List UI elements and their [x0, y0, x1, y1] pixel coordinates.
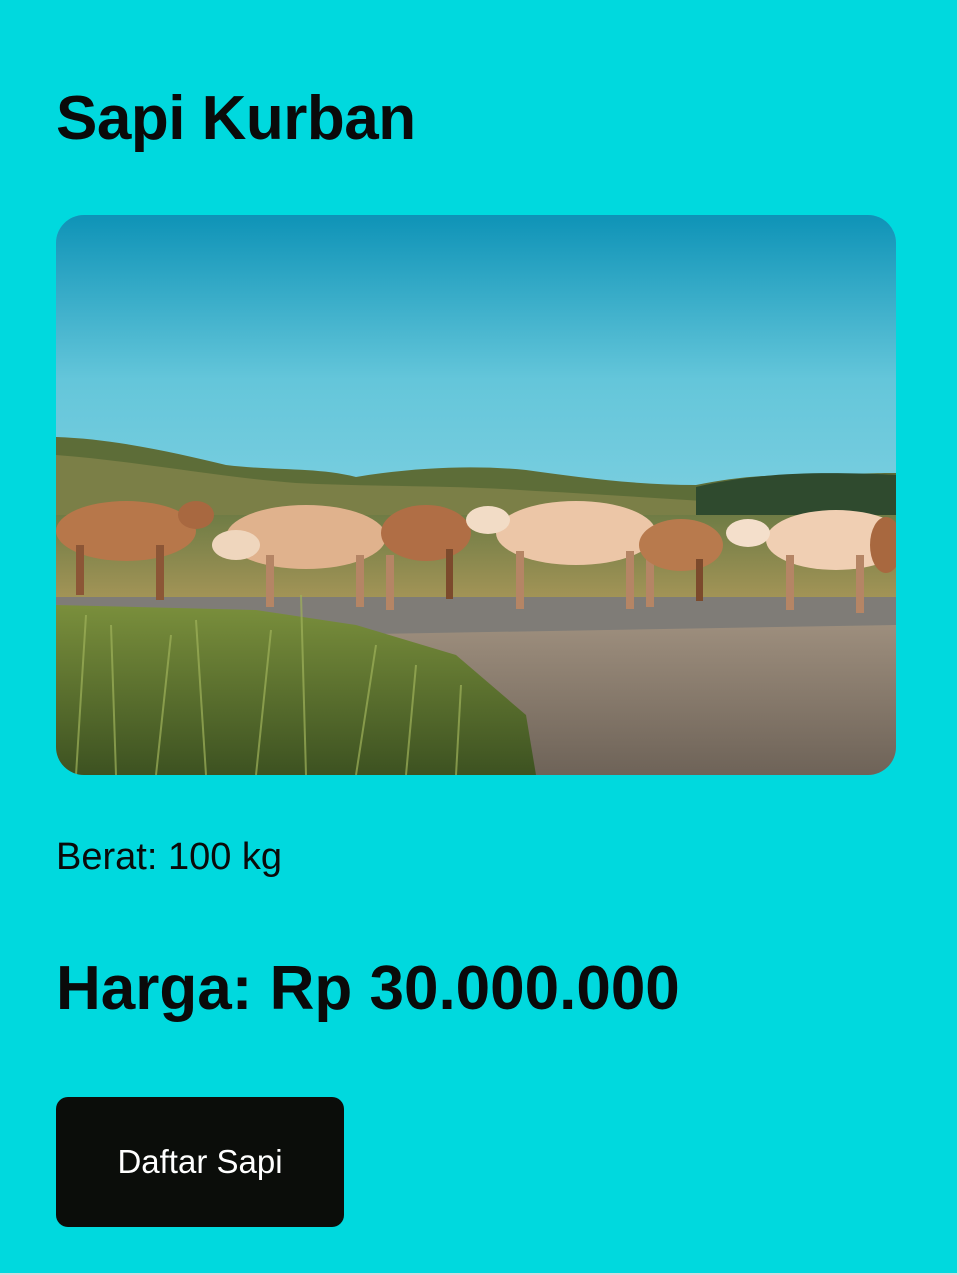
daftar-sapi-button[interactable]: Daftar Sapi	[56, 1097, 344, 1227]
cattle-photo	[56, 215, 896, 775]
price-text: Harga: Rp 30.000.000	[56, 954, 680, 1023]
product-card: Sapi Kurban Berat: 100 kg Harga: Rp 30.0…	[0, 0, 959, 1275]
product-title: Sapi Kurban	[56, 84, 416, 153]
weight-text: Berat: 100 kg	[56, 836, 283, 878]
